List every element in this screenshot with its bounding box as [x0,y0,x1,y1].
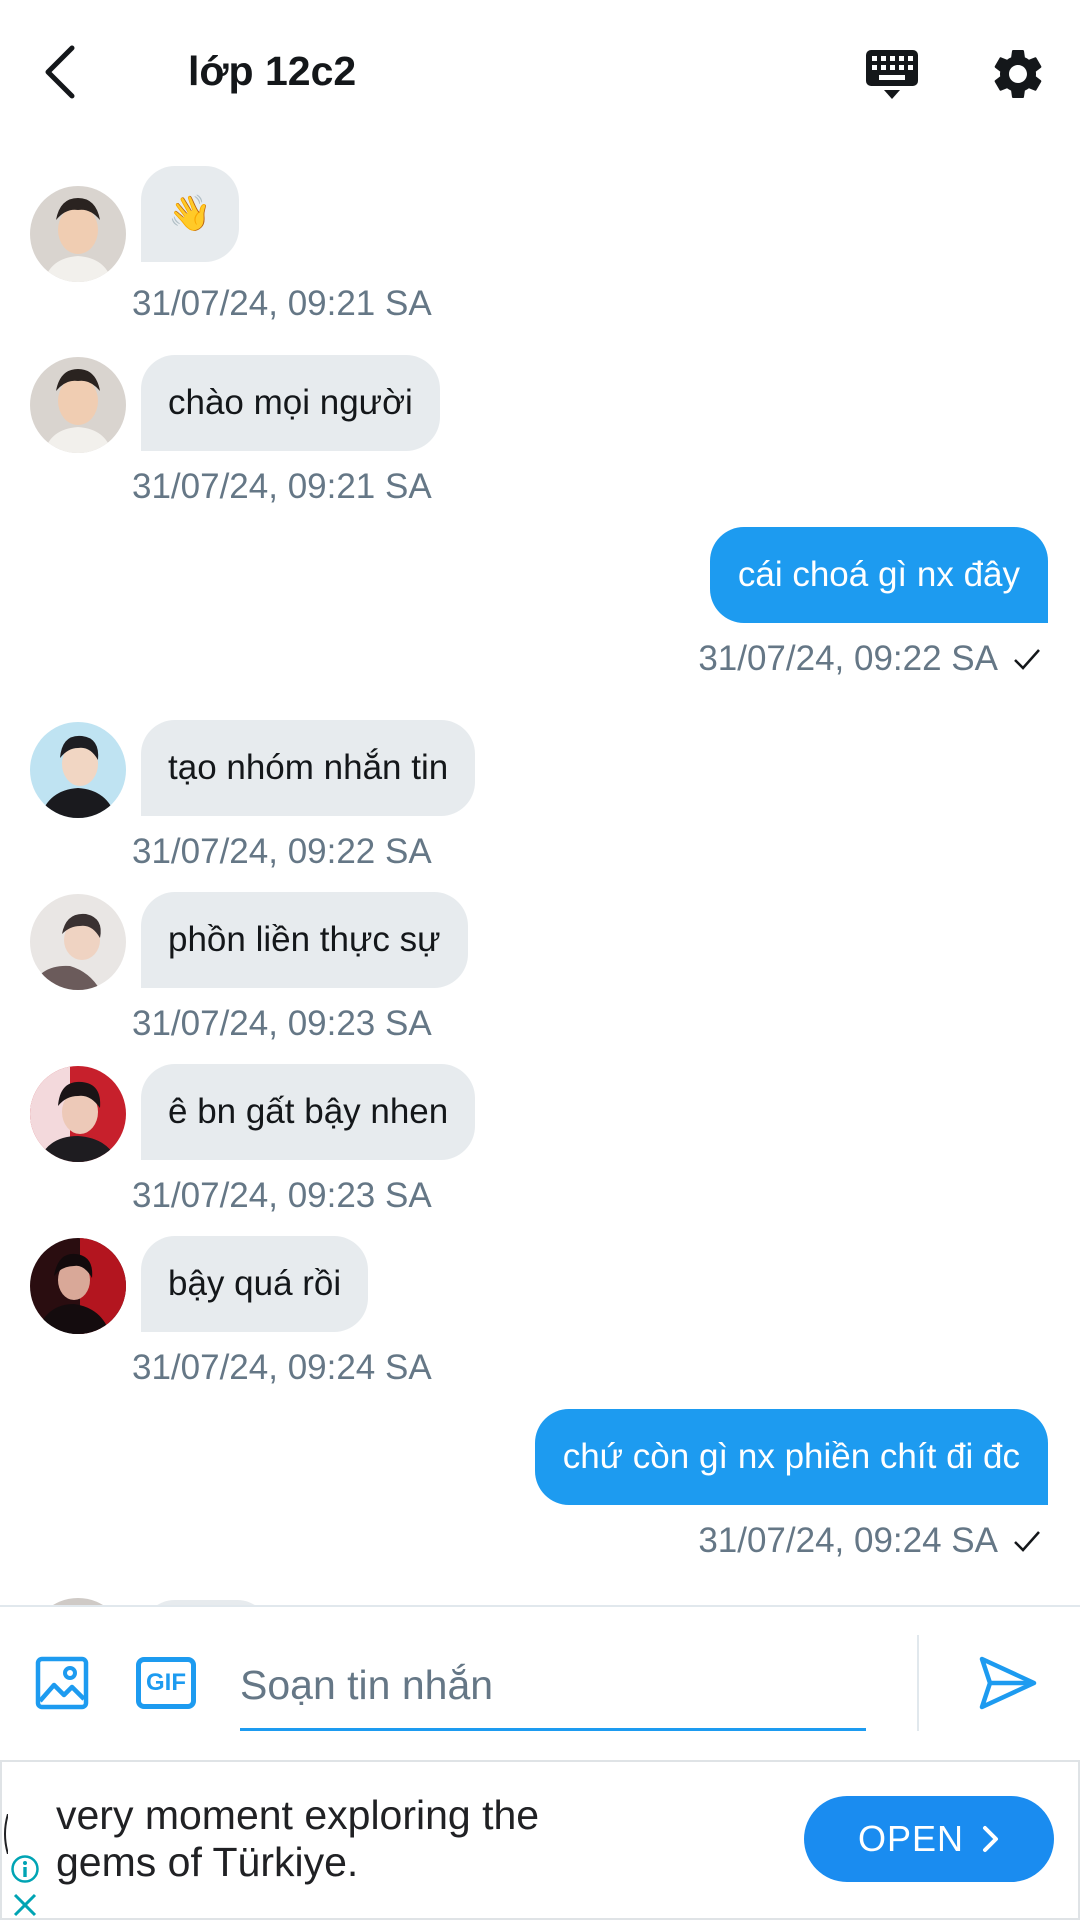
message-input[interactable] [240,1643,866,1731]
message-bubble[interactable]: bậy quá rồi [141,1236,369,1332]
message-meta: 31/07/24, 09:22 SA [698,639,1042,679]
gif-button[interactable]: GIF [136,1657,196,1709]
message-timestamp: 31/07/24, 09:23 SA [132,1176,432,1215]
message-bubble[interactable]: phồn liền thực sự [141,892,468,988]
ad-edge-mark [4,1814,8,1854]
send-icon [979,1656,1037,1710]
chevron-left-icon [45,45,75,99]
attach-image-button[interactable] [34,1655,90,1711]
avatar[interactable] [30,186,126,282]
avatar[interactable] [30,357,126,453]
avatar[interactable] [30,894,126,990]
ad-text-line: very moment exploring the [56,1792,540,1838]
gear-icon [994,49,1042,98]
message-bubble[interactable]: tạo nhóm nhắn tin [141,720,476,816]
message-meta: 31/07/24, 09:24 SA [698,1521,1042,1561]
ad-open-button[interactable]: OPEN [804,1796,1054,1882]
message-timestamp: 31/07/24, 09:21 SA [132,467,432,506]
message-bubble[interactable]: chứ còn gì nx phiền chít đi đc [534,1409,1048,1505]
ad-open-label: OPEN [857,1818,965,1859]
avatar[interactable] [30,722,126,818]
close-icon[interactable] [10,1890,40,1920]
ad-banner[interactable]: very moment exploring the gems of Türkiy… [0,1760,1080,1920]
check-icon [1014,649,1040,670]
avatar[interactable] [30,1066,126,1162]
info-icon[interactable] [10,1854,40,1884]
avatar[interactable] [30,1238,126,1334]
message-timestamp: 31/07/24, 09:21 SA [132,284,432,323]
message-bubble[interactable]: 👋 [141,166,239,262]
message-composer: GIF [0,1605,1080,1757]
message-timestamp: 31/07/24, 09:23 SA [132,1004,432,1043]
image-icon [35,1656,89,1710]
chat-header: lớp 12c2 [0,0,1080,150]
message-timestamp: 31/07/24, 09:22 SA [698,639,998,678]
keyboard-icon [866,50,918,99]
avatar[interactable] [30,1598,126,1605]
message-bubble[interactable]: ê bn gất bậy nhen [141,1064,476,1160]
check-icon [1014,1531,1040,1552]
settings-button[interactable] [988,44,1048,104]
ad-text-line: gems of Türkiye. [56,1839,359,1885]
message-timestamp: 31/07/24, 09:24 SA [132,1348,432,1387]
chevron-right-icon [983,1826,999,1852]
keyboard-button[interactable] [862,44,922,104]
composer-divider [917,1635,919,1731]
back-button[interactable] [30,42,90,102]
ad-text[interactable]: very moment exploring the gems of Türkiy… [56,1792,756,1886]
send-button[interactable] [976,1651,1040,1715]
conversation-title: lớp 12c2 [188,48,357,94]
message-list[interactable]: 👋 31/07/24, 09:21 SA chào mọi người 31/0… [0,150,1080,1605]
message-timestamp: 31/07/24, 09:22 SA [132,832,432,871]
message-timestamp: 31/07/24, 09:24 SA [698,1521,998,1560]
message-bubble[interactable]: chào mọi người [141,355,440,451]
message-bubble[interactable]: cái choá gì nx đây [709,527,1048,623]
